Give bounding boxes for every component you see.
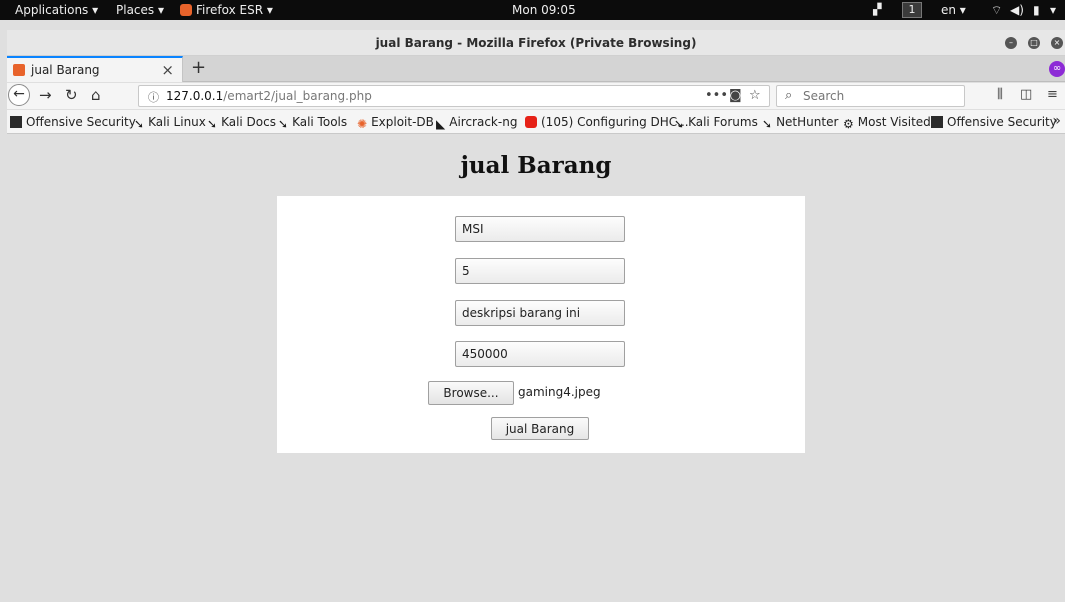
places-menu[interactable]: Places ▾ <box>116 3 164 17</box>
bookmark-label: Offensive Security <box>947 115 1057 129</box>
gear-icon: ⚙ <box>843 117 854 131</box>
item-name-input[interactable] <box>455 216 625 242</box>
battery-icon[interactable]: ▮ <box>1033 3 1040 17</box>
navigation-toolbar: ← → ↻ ⌂ ⓘ 127.0.0.1/emart2/jual_barang.p… <box>7 83 1065 109</box>
aircrack-icon: ◣ <box>436 117 446 131</box>
search-input[interactable] <box>803 88 953 104</box>
bookmark-most-visited[interactable]: ⚙ Most Visited <box>843 115 931 131</box>
page-actions-icon[interactable]: ••• <box>705 88 728 103</box>
library-icon[interactable]: ⫼ <box>997 87 1003 102</box>
home-icon[interactable]: ⌂ <box>91 86 101 104</box>
bookmark-kali-forums[interactable]: ➘ Kali Forums <box>674 115 758 131</box>
applications-menu[interactable]: Applications ▾ <box>15 3 98 17</box>
app-menu[interactable]: Firefox ESR ▾ <box>180 3 273 17</box>
bookmark-label: Kali Tools <box>292 115 348 129</box>
url-path: /emart2/jual_barang.php <box>223 89 372 103</box>
window-title: jual Barang - Mozilla Firefox (Private B… <box>375 36 697 50</box>
bookmark-star-icon[interactable]: ☆ <box>749 88 761 103</box>
sell-item-form: Browse... gaming4.jpeg jual Barang <box>277 196 805 453</box>
gnome-top-bar: Applications ▾ Places ▾ Firefox ESR ▾ Mo… <box>0 0 1065 20</box>
sidebar-toggle-icon[interactable]: ◫ <box>1020 87 1032 102</box>
description-input[interactable] <box>455 300 625 326</box>
clock[interactable]: Mon 09:05 <box>512 3 576 17</box>
back-arrow-icon[interactable]: ← <box>8 84 30 106</box>
url-text[interactable]: 127.0.0.1/emart2/jual_barang.php <box>166 89 372 103</box>
bookmarks-toolbar: Offensive Security ➘ Kali Linux ➘ Kali Doc… <box>7 110 1065 134</box>
bookmark-nethunter[interactable]: ➘ NetHunter <box>762 115 838 131</box>
browse-file-button[interactable]: Browse... <box>428 381 514 405</box>
minimize-icon[interactable]: – <box>1005 37 1017 49</box>
bookmark-offensive-security[interactable]: Offensive Security <box>10 115 136 129</box>
app-menu-label: Firefox ESR ▾ <box>196 3 273 17</box>
page-content: jual Barang Browse... gaming4.jpeg jual … <box>7 135 1065 602</box>
kali-dragon-icon: ➘ <box>762 117 773 131</box>
search-icon: ⌕ <box>785 88 793 103</box>
wifi-icon[interactable]: ⌔ <box>991 3 1002 18</box>
page-title: jual Barang <box>460 152 612 179</box>
tab-close-icon[interactable]: × <box>161 61 174 79</box>
workspace-indicator[interactable]: 1 <box>902 2 922 18</box>
firefox-icon <box>180 4 192 16</box>
search-bar[interactable]: ⌕ <box>776 85 965 107</box>
tab-favicon-icon <box>13 64 25 76</box>
volume-icon[interactable]: ◀) <box>1010 3 1024 17</box>
bookmark-label: (105) Configuring DHC... <box>541 115 689 129</box>
bookmark-kali-docs[interactable]: ➘ Kali Docs <box>207 115 276 131</box>
bookmark-youtube-dhcp[interactable]: (105) Configuring DHC... <box>525 115 689 129</box>
tab-strip: jual Barang × + ∞ <box>7 56 1065 82</box>
bookmark-exploit-db[interactable]: ✺ Exploit-DB <box>357 115 434 131</box>
bookmark-label: Exploit-DB <box>371 115 434 129</box>
bookmark-kali-tools[interactable]: ➘ Kali Tools <box>278 115 347 131</box>
bookmark-label: Kali Forums <box>688 115 758 129</box>
maximize-icon[interactable]: □ <box>1028 37 1040 49</box>
url-host: 127.0.0.1 <box>166 89 224 103</box>
kali-dragon-icon: ➘ <box>207 117 218 131</box>
window-title-bar: jual Barang - Mozilla Firefox (Private B… <box>7 30 1065 56</box>
url-bar[interactable]: ⓘ 127.0.0.1/emart2/jual_barang.php ••• ◙… <box>138 85 770 107</box>
language-menu[interactable]: en ▾ <box>941 3 966 17</box>
forward-arrow-icon[interactable]: → <box>39 86 52 104</box>
kali-dragon-icon: ➘ <box>278 117 289 131</box>
private-browsing-icon: ∞ <box>1049 61 1065 77</box>
system-menu-chevron-icon[interactable]: ▾ <box>1050 3 1056 17</box>
price-input[interactable] <box>455 341 625 367</box>
submit-jual-barang-button[interactable]: jual Barang <box>491 417 589 440</box>
reload-icon[interactable]: ↻ <box>65 86 78 104</box>
quantity-input[interactable] <box>455 258 625 284</box>
bookmark-label: Kali Docs <box>221 115 276 129</box>
pocket-icon[interactable]: ◙ <box>729 88 742 103</box>
hamburger-menu-icon[interactable]: ≡ <box>1047 87 1058 102</box>
bookmark-label: Offensive Security <box>26 115 136 129</box>
bookmarks-overflow-chevron-icon[interactable]: » <box>1052 113 1061 129</box>
bookmark-label: Aircrack-ng <box>449 115 518 129</box>
offensive-security-icon <box>931 116 943 128</box>
bookmark-kali-linux[interactable]: ➘ Kali Linux <box>134 115 206 131</box>
close-window-icon[interactable]: × <box>1051 37 1063 49</box>
bookmark-label: NetHunter <box>776 115 839 129</box>
tab-label: jual Barang <box>31 63 100 77</box>
selected-file-name: gaming4.jpeg <box>518 385 601 399</box>
youtube-icon <box>525 116 537 128</box>
tab-jual-barang[interactable]: jual Barang × <box>7 56 183 82</box>
new-tab-icon[interactable]: + <box>191 57 206 78</box>
bookmark-label: Most Visited <box>857 115 931 129</box>
kali-dragon-icon: ➘ <box>134 117 145 131</box>
site-info-icon[interactable]: ⓘ <box>148 89 159 105</box>
exploit-db-icon: ✺ <box>357 117 368 131</box>
screen-share-icon[interactable]: ▞ <box>873 3 881 16</box>
bookmark-label: Kali Linux <box>148 115 206 129</box>
bookmark-aircrack-ng[interactable]: ◣ Aircrack-ng <box>436 115 517 131</box>
offensive-security-icon <box>10 116 22 128</box>
bookmark-offensive-security-2[interactable]: Offensive Security <box>931 115 1057 129</box>
kali-dragon-icon: ➘ <box>674 117 685 131</box>
